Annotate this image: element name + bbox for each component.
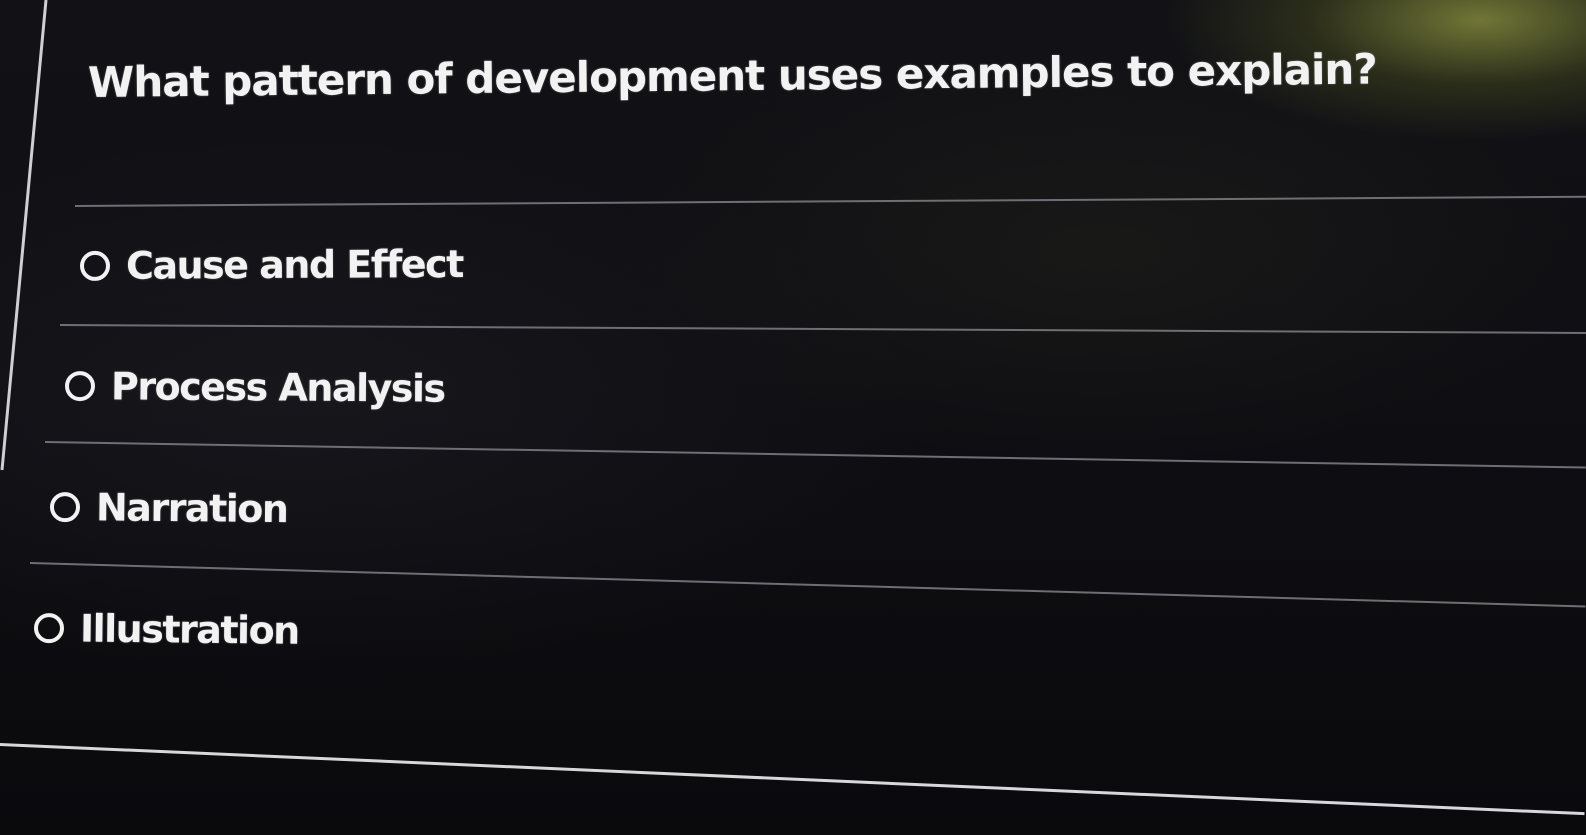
question-text: What pattern of development uses example… [87, 44, 1377, 107]
option-illustration[interactable]: Illustration [33, 606, 299, 653]
radio-button-icon[interactable] [79, 250, 111, 281]
option-label: Process Analysis [110, 364, 445, 411]
option-label: Narration [95, 485, 288, 532]
divider [74, 195, 1586, 207]
question-card: What pattern of development uses example… [0, 0, 1586, 835]
option-cause-and-effect[interactable]: Cause and Effect [79, 241, 463, 288]
radio-button-icon[interactable] [33, 613, 65, 644]
option-label: Cause and Effect [125, 241, 463, 288]
option-narration[interactable]: Narration [49, 485, 288, 532]
divider [29, 562, 1586, 608]
radio-button-icon[interactable] [49, 492, 81, 523]
photo-of-screen: What pattern of development uses example… [0, 0, 1586, 835]
divider [44, 441, 1586, 469]
card-bottom-border [0, 743, 1585, 816]
option-label: Illustration [79, 606, 299, 653]
divider [59, 324, 1586, 334]
radio-button-icon[interactable] [64, 371, 96, 402]
option-process-analysis[interactable]: Process Analysis [64, 364, 445, 411]
